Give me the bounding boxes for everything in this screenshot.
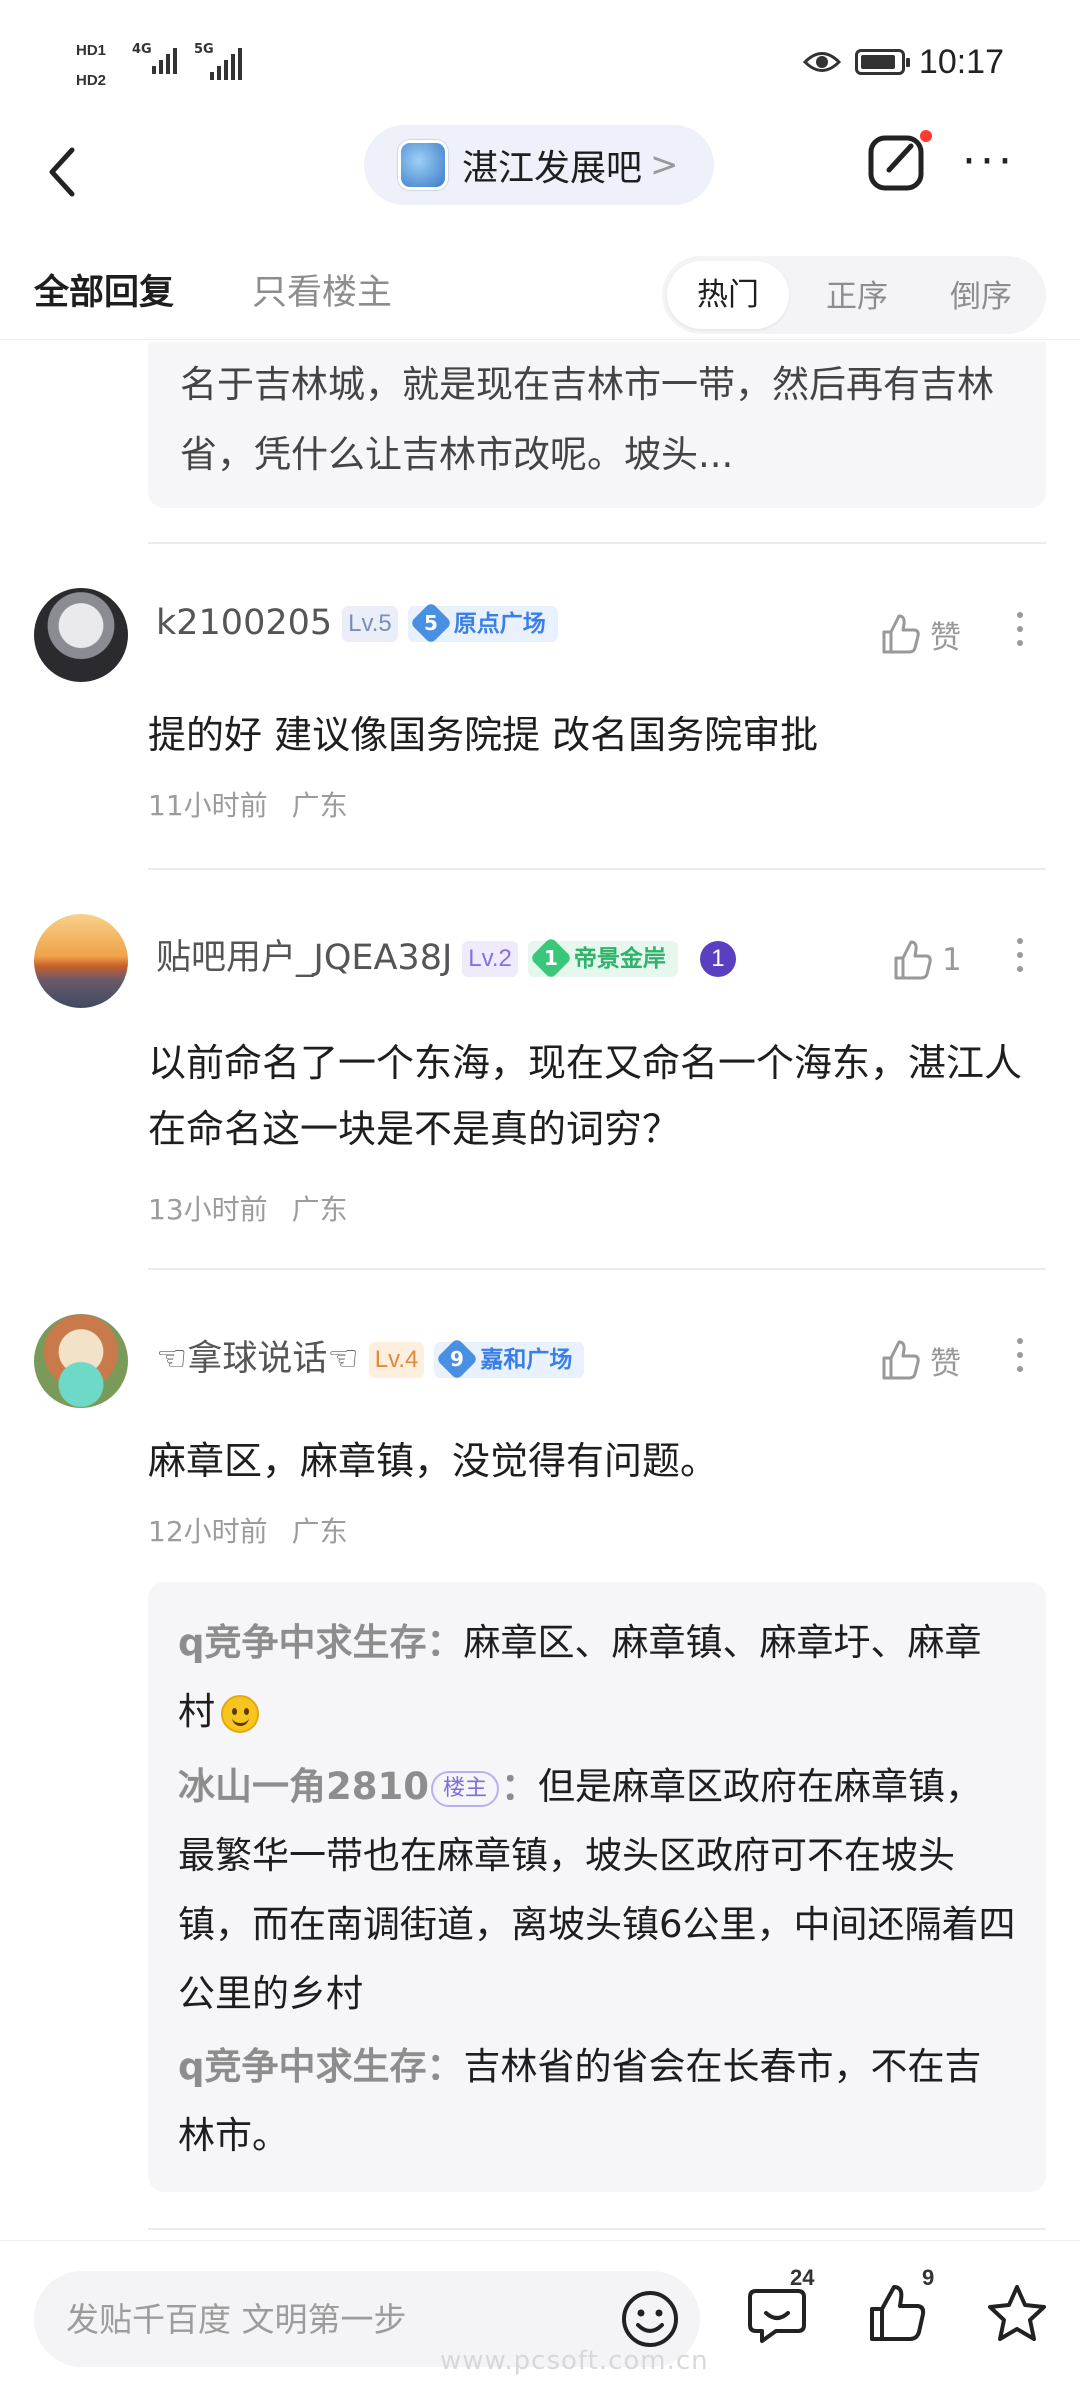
like-button[interactable]: 赞 [878, 1330, 978, 1390]
star-icon[interactable] [982, 2279, 1052, 2349]
username[interactable]: ☜拿球说话☜ [156, 1339, 359, 1379]
op-badge: 楼主 [430, 1770, 499, 1807]
reply-tabs: 全部回复 只看楼主 热门 正序 倒序 [0, 240, 1080, 340]
sub-reply: 冰山一角2810 楼主 ：但是麻章区政府在麻章镇，最繁华一带也在麻章镇，坡头区政府可… [178, 1765, 1016, 2015]
kebab-menu-icon[interactable] [1010, 612, 1030, 662]
reply-quote-box[interactable]: 名于吉林城，就是现在吉林市一带，然后再有吉林省，凭什么让吉林市改呢。坡头... [148, 342, 1046, 508]
sort-descending[interactable]: 倒序 [926, 268, 1036, 326]
hd-indicator: HD1 HD2 [76, 42, 107, 89]
post-time: 13小时前 [148, 1193, 268, 1226]
thumbs-up-icon [882, 614, 920, 654]
status-right: 10:17 [802, 40, 1004, 84]
forum-tag: 9 嘉和广场 [434, 1337, 585, 1380]
avatar[interactable] [34, 588, 128, 682]
forum-avatar [398, 140, 448, 190]
reply-author[interactable]: 冰山一角2810 [178, 1765, 429, 1808]
like-count: 1 [942, 942, 962, 978]
username[interactable]: 贴吧用户_JQEA38J [156, 938, 452, 978]
comment-count: 24 [790, 2265, 815, 2290]
status-bar: HD1 HD2 4G 5G 10:17 [0, 0, 1080, 120]
emoji-icon[interactable] [618, 2287, 682, 2351]
post-time: 12小时前 [148, 1515, 268, 1548]
forum-tag: 5 原点广场 [407, 601, 558, 644]
kebab-menu-icon[interactable] [1010, 938, 1030, 988]
notification-dot [918, 128, 934, 144]
username-row: ☜拿球说话☜ Lv.4 9 嘉和广场 [156, 1330, 585, 1381]
thumbs-up-icon [882, 1340, 920, 1380]
tab-only-op[interactable]: 只看楼主 [252, 264, 392, 315]
like-label: 赞 [930, 619, 961, 656]
network-type-1: 4G [132, 42, 152, 57]
sub-reply: q竞争中求生存：吉林省的省会在长春市，不在吉林市。 [178, 2045, 982, 2157]
post-time: 11小时前 [148, 789, 268, 822]
forum-name: 湛江发展吧 [462, 148, 643, 189]
post-meta: 11小时前 广东 [148, 784, 348, 824]
top-nav: 湛江发展吧 > ··· [0, 120, 1080, 230]
honor-badge-icon: 1 [699, 941, 736, 977]
like-count: 9 [922, 2265, 935, 2290]
watermark: www.pcsoft.com.cn [440, 2346, 709, 2376]
eye-icon [802, 52, 841, 72]
username-row: 贴吧用户_JQEA38J Lv.2 1 帝景金岸 1 [156, 929, 736, 980]
post-location: 广东 [291, 789, 348, 822]
kebab-menu-icon[interactable] [1010, 1338, 1030, 1388]
signal-icon [210, 48, 245, 80]
reply-author[interactable]: q竞争中求生存 [178, 1621, 427, 1664]
forum-tag: 1 帝景金岸 [527, 936, 678, 979]
like-button[interactable]: 1 [890, 930, 990, 990]
like-button[interactable]: 赞 [878, 604, 978, 664]
post-location: 广东 [291, 1193, 348, 1226]
forum-entry[interactable]: 湛江发展吧 > [364, 125, 714, 205]
like-label: 赞 [930, 1345, 961, 1382]
network-indicators: HD1 HD2 4G 5G [76, 36, 256, 96]
username-row: k2100205 Lv.5 5 原点广场 [156, 601, 558, 644]
avatar[interactable] [34, 1314, 128, 1408]
divider [148, 1268, 1046, 1270]
divider [148, 2228, 1046, 2230]
more-icon[interactable]: ··· [962, 140, 1022, 184]
level-badge: Lv.4 [368, 1342, 425, 1378]
thumbs-up-icon [894, 940, 932, 980]
signal-icon [152, 48, 180, 74]
post-location: 广东 [291, 1515, 348, 1548]
post-content: 提的好 建议像国务院提 改名国务院审批 [148, 713, 819, 757]
divider [148, 542, 1046, 544]
post-meta: 12小时前 广东 [148, 1510, 348, 1550]
tab-all-replies[interactable]: 全部回复 [34, 264, 174, 315]
level-badge: Lv.2 [462, 941, 518, 977]
post-content: 麻章区，麻章镇，没觉得有问题。 [148, 1439, 719, 1483]
divider [148, 868, 1046, 870]
sort-switch: 热门 正序 倒序 [662, 256, 1046, 334]
post-content: 以前命名了一个东海，现在又命名一个海东，湛江人在命名这一块是不是真的词穷？ [148, 1041, 1023, 1151]
sub-reply-box[interactable]: q竞争中求生存：麻章区、麻章镇、麻章圩、麻章村 冰山一角2810 楼主 ：但是麻章区… [148, 1582, 1046, 2192]
username[interactable]: k2100205 [156, 603, 332, 643]
sort-hot[interactable]: 热门 [667, 261, 789, 329]
chevron-right-icon: > [650, 145, 679, 185]
battery-icon [854, 49, 910, 75]
back-arrow-icon[interactable] [40, 142, 90, 202]
clock: 10:17 [918, 42, 1004, 81]
smile-emoji-icon [221, 1694, 259, 1733]
avatar[interactable] [34, 914, 128, 1008]
sub-reply: q竞争中求生存：麻章区、麻章镇、麻章圩、麻章村 [178, 1621, 982, 1733]
reply-quote-text: 名于吉林城，就是现在吉林市一带，然后再有吉林省，凭什么让吉林市改呢。坡头... [180, 363, 994, 476]
post-meta: 13小时前 广东 [148, 1188, 348, 1228]
reply-author[interactable]: q竞争中求生存 [178, 2045, 427, 2088]
sort-ascending[interactable]: 正序 [802, 268, 912, 326]
level-badge: Lv.5 [342, 606, 398, 642]
